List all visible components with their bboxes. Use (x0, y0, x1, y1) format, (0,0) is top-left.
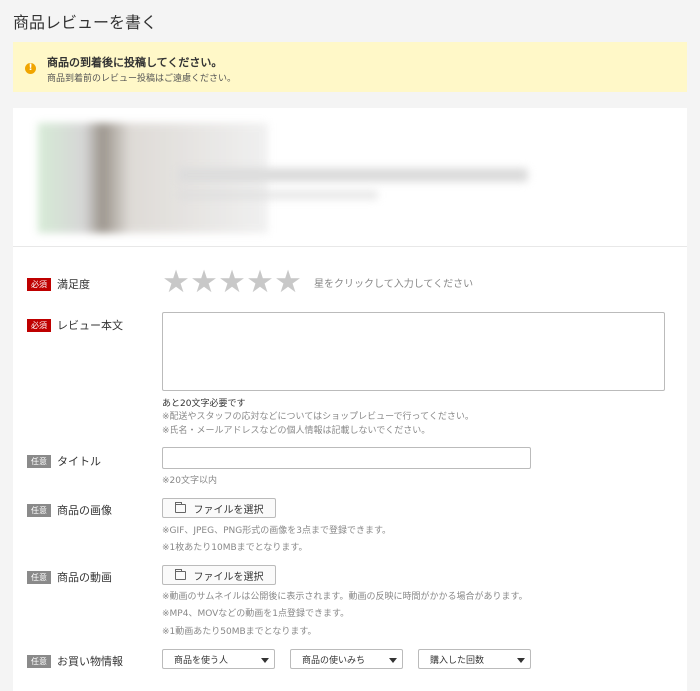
select-usage[interactable]: 商品の使いみち (290, 649, 403, 669)
image-file-button[interactable]: ファイルを選択 (162, 498, 276, 518)
video-note-1: ※動画のサムネイルは公開後に表示されます。動画の反映に時間がかかる場合があります… (162, 592, 528, 602)
image-label: 商品の画像 (57, 504, 112, 517)
star-icon[interactable]: ★ (218, 267, 246, 298)
star-icon[interactable]: ★ (162, 267, 190, 298)
select-user-value: 商品を使う人 (174, 655, 229, 666)
star-icon[interactable]: ★ (190, 267, 218, 298)
purchase-info-label: お買い物情報 (57, 655, 123, 668)
chevron-down-icon (389, 658, 397, 663)
remaining-chars: あと20文字必要です (162, 399, 246, 409)
folder-icon (174, 568, 186, 580)
optional-badge: 任意 (27, 654, 51, 668)
image-label-row: 任意 商品の画像 (27, 502, 112, 518)
star-rating[interactable]: ★ ★ ★ ★ ★ (162, 267, 302, 298)
folder-icon (174, 501, 186, 513)
chevron-down-icon (261, 658, 269, 663)
title-label: タイトル (57, 455, 101, 468)
video-note-3: ※1動画あたり50MBまでとなります。 (162, 627, 317, 637)
image-file-button-label: ファイルを選択 (193, 504, 264, 516)
notice-banner: ! 商品の到着後に投稿してください。 商品到着前のレビュー投稿はご遠慮ください。 (13, 42, 687, 92)
required-badge: 必須 (27, 277, 51, 291)
review-body-label-row: 必須 レビュー本文 (27, 317, 123, 333)
product-name-blurred (178, 168, 528, 182)
title-input[interactable] (162, 447, 531, 469)
notice-main-text: 商品の到着後に投稿してください。 (47, 56, 223, 69)
title-note: ※20文字以内 (162, 476, 217, 486)
video-label-row: 任意 商品の動画 (27, 569, 112, 585)
product-detail-blurred (178, 190, 378, 200)
video-file-button[interactable]: ファイルを選択 (162, 565, 276, 585)
optional-badge: 任意 (27, 503, 51, 517)
satisfaction-label-row: 必須 満足度 (27, 276, 90, 292)
star-icon[interactable]: ★ (274, 267, 302, 298)
review-form-card: 必須 満足度 ★ ★ ★ ★ ★ 星をクリックして入力してください 必須 レビュ… (13, 108, 687, 691)
chevron-down-icon (517, 658, 525, 663)
review-body-label: レビュー本文 (57, 319, 123, 332)
optional-badge: 任意 (27, 570, 51, 584)
review-note-2: ※氏名・メールアドレスなどの個人情報は記載しないでください。 (162, 426, 431, 436)
video-file-button-label: ファイルを選択 (193, 571, 264, 583)
required-badge: 必須 (27, 318, 51, 332)
star-icon[interactable]: ★ (246, 267, 274, 298)
select-purchase-count-value: 購入した回数 (430, 655, 485, 666)
select-usage-value: 商品の使いみち (302, 655, 366, 666)
select-purchase-count[interactable]: 購入した回数 (418, 649, 531, 669)
page-title: 商品レビューを書く (13, 13, 158, 32)
review-body-textarea[interactable] (162, 312, 665, 391)
image-note-2: ※1枚あたり10MBまでとなります。 (162, 543, 308, 553)
title-label-row: 任意 タイトル (27, 453, 101, 469)
video-note-2: ※MP4、MOVなどの動画を1点登録できます。 (162, 609, 350, 619)
info-icon: ! (25, 63, 36, 74)
review-note-1: ※配送やスタッフの応対などについてはショップレビューで行ってください。 (162, 412, 474, 422)
satisfaction-label: 満足度 (57, 278, 90, 291)
optional-badge: 任意 (27, 454, 51, 468)
product-summary (13, 108, 687, 247)
purchase-info-label-row: 任意 お買い物情報 (27, 653, 123, 669)
video-label: 商品の動画 (57, 571, 112, 584)
star-hint: 星をクリックして入力してください (314, 279, 474, 290)
image-note-1: ※GIF、JPEG、PNG形式の画像を3点まで登録できます。 (162, 526, 392, 536)
notice-sub-text: 商品到着前のレビュー投稿はご遠慮ください。 (47, 74, 237, 84)
select-user[interactable]: 商品を使う人 (162, 649, 275, 669)
